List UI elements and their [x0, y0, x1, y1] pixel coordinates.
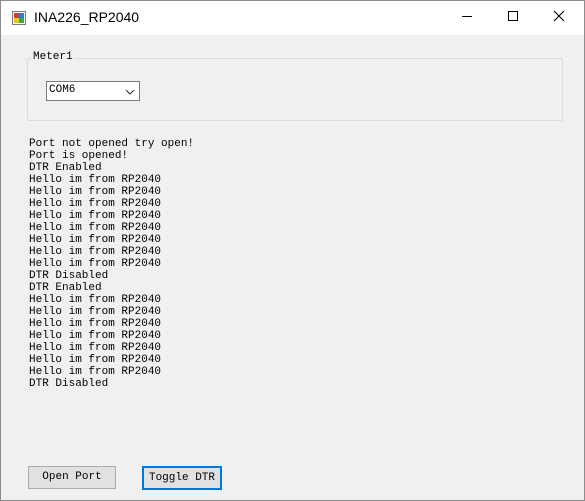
log-line: Port is opened! [29, 150, 129, 162]
log-line: Hello im from RP2040 [29, 318, 162, 330]
close-button[interactable] [536, 1, 582, 35]
log-line: Hello im from RP2040 [29, 294, 162, 306]
open-port-button[interactable]: Open Port [28, 466, 116, 489]
log-line: Hello im from RP2040 [29, 198, 162, 210]
meter-group-label: Meter1 [31, 51, 75, 64]
log-line: Hello im from RP2040 [29, 174, 162, 186]
maximize-icon [507, 9, 519, 27]
log-line: Hello im from RP2040 [29, 342, 162, 354]
log-line: Hello im from RP2040 [29, 246, 162, 258]
app-window: INA226_RP2040 Meter1 COM6 Port not opene… [0, 0, 585, 501]
port-select-value: COM6 [49, 84, 76, 96]
window-title: INA226_RP2040 [34, 9, 140, 25]
log-line: Hello im from RP2040 [29, 222, 162, 234]
chevron-down-icon[interactable] [124, 85, 136, 97]
log-line: Port not opened try open! [29, 138, 195, 150]
port-select[interactable]: COM6 [46, 81, 140, 101]
log-line: DTR Disabled [29, 378, 109, 390]
log-line: Hello im from RP2040 [29, 366, 162, 378]
log-line: Hello im from RP2040 [29, 354, 162, 366]
maximize-button[interactable] [490, 1, 536, 35]
log-line: Hello im from RP2040 [29, 234, 162, 246]
log-line: Hello im from RP2040 [29, 306, 162, 318]
log-line: Hello im from RP2040 [29, 186, 162, 198]
log-line: Hello im from RP2040 [29, 330, 162, 342]
serial-log[interactable]: Port not opened try open! Port is opened… [27, 138, 567, 458]
log-line: DTR Disabled [29, 270, 109, 282]
log-line: DTR Enabled [29, 162, 102, 174]
minimize-button[interactable] [444, 1, 490, 35]
app-icon [12, 11, 26, 25]
log-line: DTR Enabled [29, 282, 102, 294]
toggle-dtr-button[interactable]: Toggle DTR [142, 466, 222, 490]
log-line: Hello im from RP2040 [29, 258, 162, 270]
title-bar[interactable]: INA226_RP2040 [1, 1, 584, 35]
minimize-icon [461, 9, 473, 27]
log-line: Hello im from RP2040 [29, 210, 162, 222]
close-icon [553, 9, 565, 27]
